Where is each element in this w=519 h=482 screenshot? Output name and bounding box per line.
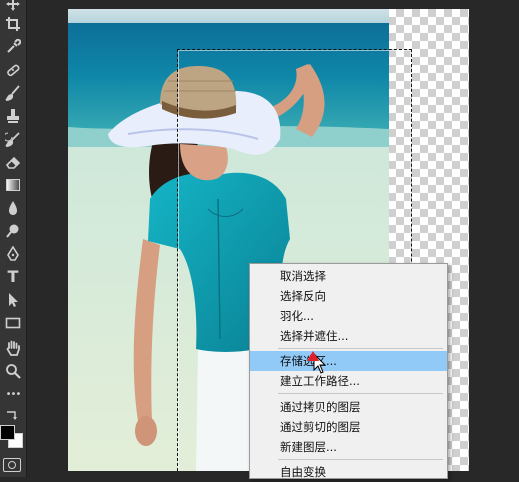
- menu-item-layer-via-cut[interactable]: 通过剪切的图层: [250, 417, 447, 437]
- gradient-icon[interactable]: [3, 175, 23, 195]
- menu-item-feather[interactable]: 羽化...: [250, 306, 447, 326]
- clone-stamp-icon[interactable]: [3, 106, 23, 126]
- menu-item-free-transform[interactable]: 自由变换: [250, 462, 447, 482]
- menu-item-select-inverse[interactable]: 选择反向: [250, 286, 447, 306]
- path-selection-icon[interactable]: [3, 290, 23, 310]
- menu-item-new-layer[interactable]: 新建图层...: [250, 437, 447, 457]
- blur-icon[interactable]: [3, 198, 23, 218]
- quick-mask-icon[interactable]: [3, 458, 21, 472]
- dodge-icon[interactable]: [3, 221, 23, 241]
- menu-separator: [278, 393, 443, 394]
- brush-icon[interactable]: [3, 83, 23, 103]
- menu-item-layer-via-copy[interactable]: 通过拷贝的图层: [250, 397, 447, 417]
- crop-icon[interactable]: [3, 14, 23, 34]
- history-brush-icon[interactable]: [3, 129, 23, 149]
- menu-item-make-work-path[interactable]: 建立工作路径...: [250, 371, 447, 391]
- context-menu: 取消选择 选择反向 羽化... 选择并遮住... 存储选区... 建立工作路径.…: [249, 263, 448, 479]
- healing-brush-icon[interactable]: [3, 60, 23, 80]
- menu-item-deselect[interactable]: 取消选择: [250, 266, 447, 286]
- zoom-icon[interactable]: [3, 361, 23, 381]
- red-arrow-icon: [307, 351, 319, 361]
- rectangle-icon[interactable]: [3, 313, 23, 333]
- foreground-color-swatch[interactable]: [0, 425, 15, 440]
- move-icon[interactable]: [3, 0, 23, 14]
- menu-separator: [278, 459, 443, 460]
- eyedropper-icon[interactable]: [3, 37, 23, 57]
- type-icon[interactable]: T: [3, 267, 23, 287]
- more-tools-icon[interactable]: •••: [3, 385, 23, 405]
- eraser-icon[interactable]: [3, 152, 23, 172]
- menu-item-save-selection[interactable]: 存储选区...: [250, 351, 447, 371]
- menu-separator: [278, 348, 443, 349]
- swap-colors-icon[interactable]: [3, 405, 23, 420]
- tools-panel: T •••: [0, 0, 27, 477]
- hand-icon[interactable]: [3, 338, 23, 358]
- menu-item-select-and-mask[interactable]: 选择并遮住...: [250, 326, 447, 346]
- pen-icon[interactable]: [3, 244, 23, 264]
